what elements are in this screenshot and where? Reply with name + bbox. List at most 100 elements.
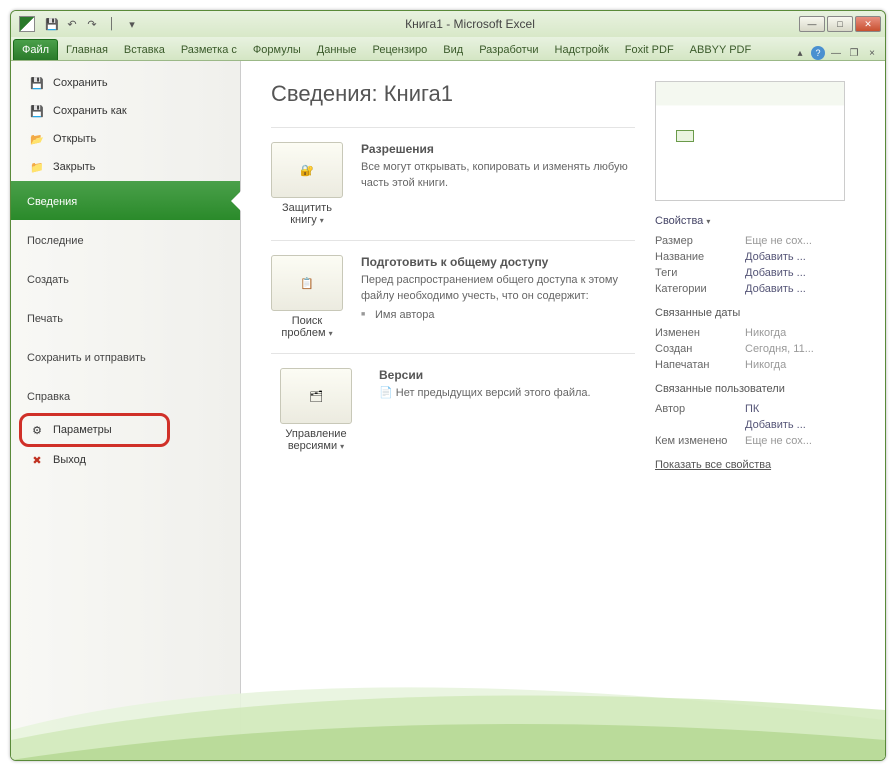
maximize-button[interactable]: □	[827, 16, 853, 32]
menu-label: Сохранить	[53, 77, 108, 89]
menu-info[interactable]: Сведения	[11, 181, 240, 220]
close-button[interactable]: ✕	[855, 16, 881, 32]
block-text: Все могут открывать, копировать и изменя…	[361, 160, 635, 192]
menu-print[interactable]: Печать	[11, 298, 240, 337]
save-as-icon: 💾	[29, 103, 45, 119]
property-row: ТегиДобавить ...	[655, 265, 865, 281]
menu-save[interactable]: 💾Сохранить	[11, 69, 240, 97]
menu-open[interactable]: 📂Открыть	[11, 125, 240, 153]
menu-share[interactable]: Сохранить и отправить	[11, 337, 240, 376]
open-icon: 📂	[29, 131, 45, 147]
button-label: Защитить книгу	[282, 202, 332, 226]
property-value[interactable]: Добавить ...	[745, 419, 806, 431]
checklist-icon: 📋	[300, 277, 314, 290]
property-row: РазмерЕще не сох...	[655, 233, 865, 249]
tab-file[interactable]: Файл	[13, 39, 58, 60]
ribbon-tabs: Файл Главная Вставка Разметка с Формулы …	[11, 37, 885, 61]
undo-icon[interactable]: ↶	[63, 15, 81, 33]
help-icon[interactable]: ?	[811, 46, 825, 60]
tab-addins[interactable]: Надстройк	[547, 40, 617, 60]
list-item: Имя автора	[361, 309, 635, 321]
menu-new[interactable]: Создать	[11, 259, 240, 298]
doc-restore-icon[interactable]: ❐	[847, 46, 861, 60]
property-key: Теги	[655, 267, 745, 279]
versions-icon: 🗂	[309, 390, 323, 403]
doc-close-icon[interactable]: ×	[865, 46, 879, 60]
backstage-menu: 💾Сохранить 💾Сохранить как 📂Открыть 📁Закр…	[11, 61, 241, 760]
property-row: НапечатанНикогда	[655, 357, 865, 373]
show-all-properties-link[interactable]: Показать все свойства	[655, 459, 771, 471]
menu-help[interactable]: Справка	[11, 376, 240, 415]
tab-abbyy[interactable]: ABBYY PDF	[682, 40, 760, 60]
tab-home[interactable]: Главная	[58, 40, 116, 60]
menu-label: Выход	[53, 454, 86, 466]
property-row: Кем измененоЕще не сох...	[655, 433, 865, 449]
save-icon[interactable]: 💾	[43, 15, 61, 33]
chevron-down-icon: ▾	[340, 442, 344, 451]
property-value[interactable]: Добавить ...	[745, 251, 806, 263]
document-preview[interactable]	[655, 81, 845, 201]
property-key: Автор	[655, 403, 745, 415]
menu-close[interactable]: 📁Закрыть	[11, 153, 240, 181]
titlebar: 💾 ↶ ↷ │ ▾ Книга1 - Microsoft Excel — □ ✕	[11, 11, 885, 37]
property-value[interactable]: Добавить ...	[745, 267, 806, 279]
property-key: Изменен	[655, 327, 745, 339]
window-controls: — □ ✕	[799, 16, 881, 32]
properties-dropdown[interactable]: Свойства ▾	[655, 215, 865, 227]
menu-label: Печать	[27, 313, 63, 325]
tab-insert[interactable]: Вставка	[116, 40, 173, 60]
tab-foxit[interactable]: Foxit PDF	[617, 40, 682, 60]
info-page: Сведения: Книга1 🔐 Защитить книгу ▾ Разр…	[241, 61, 885, 760]
chevron-down-icon: ▾	[320, 216, 324, 225]
property-key: Название	[655, 251, 745, 263]
block-title: Подготовить к общему доступу	[361, 255, 635, 269]
property-value: Сегодня, 11...	[745, 343, 814, 355]
lock-icon: 🔐	[300, 164, 314, 177]
menu-exit[interactable]: ✖ Выход	[11, 445, 240, 475]
users-heading: Связанные пользователи	[655, 383, 865, 395]
menu-label: Сведения	[27, 196, 77, 208]
qat-more-icon[interactable]: ▾	[123, 15, 141, 33]
menu-label: Последние	[27, 235, 84, 247]
tab-data[interactable]: Данные	[309, 40, 365, 60]
property-row: НазваниеДобавить ...	[655, 249, 865, 265]
manage-versions-button[interactable]: 🗂 Управление версиями ▾	[271, 368, 361, 452]
exit-icon: ✖	[29, 452, 45, 468]
menu-save-as[interactable]: 💾Сохранить как	[11, 97, 240, 125]
property-key	[655, 419, 745, 431]
versions-block: 🗂 Управление версиями ▾ Версии 📄 Нет пре…	[271, 354, 635, 466]
property-key: Создан	[655, 343, 745, 355]
property-value[interactable]: Добавить ...	[745, 283, 806, 295]
button-label: Управление версиями	[285, 428, 346, 452]
tab-developer[interactable]: Разработчи	[471, 40, 546, 60]
menu-label: Справка	[27, 391, 70, 403]
property-key: Размер	[655, 235, 745, 247]
tab-formulas[interactable]: Формулы	[245, 40, 309, 60]
property-value: Никогда	[745, 359, 786, 371]
property-row: Добавить ...	[655, 417, 865, 433]
property-value: Еще не сох...	[745, 235, 812, 247]
tab-layout[interactable]: Разметка с	[173, 40, 245, 60]
app-icon[interactable]	[19, 16, 35, 32]
property-row: КатегорииДобавить ...	[655, 281, 865, 297]
menu-options[interactable]: ⚙ Параметры	[11, 415, 240, 445]
property-key: Кем изменено	[655, 435, 745, 447]
property-value: ПК	[745, 403, 759, 415]
minimize-button[interactable]: —	[799, 16, 825, 32]
menu-recent[interactable]: Последние	[11, 220, 240, 259]
qat-separator: │	[103, 15, 121, 33]
properties-panel: Свойства ▾ РазмерЕще не сох...НазваниеДо…	[655, 81, 865, 740]
tab-review[interactable]: Рецензиро	[365, 40, 436, 60]
doc-minimize-icon[interactable]: —	[829, 46, 843, 60]
property-row: АвторПК	[655, 401, 865, 417]
quick-access-toolbar: 💾 ↶ ↷ │ ▾	[43, 15, 141, 33]
property-row: СозданСегодня, 11...	[655, 341, 865, 357]
tab-view[interactable]: Вид	[435, 40, 471, 60]
ribbon-up-icon[interactable]: ▴	[793, 46, 807, 60]
protect-workbook-button[interactable]: 🔐 Защитить книгу ▾	[271, 142, 343, 226]
check-issues-button[interactable]: 📋 Поиск проблем ▾	[271, 255, 343, 339]
block-title: Разрешения	[361, 142, 635, 156]
button-label: Поиск проблем	[281, 315, 325, 339]
prepare-share-block: 📋 Поиск проблем ▾ Подготовить к общему д…	[271, 241, 635, 354]
redo-icon[interactable]: ↷	[83, 15, 101, 33]
